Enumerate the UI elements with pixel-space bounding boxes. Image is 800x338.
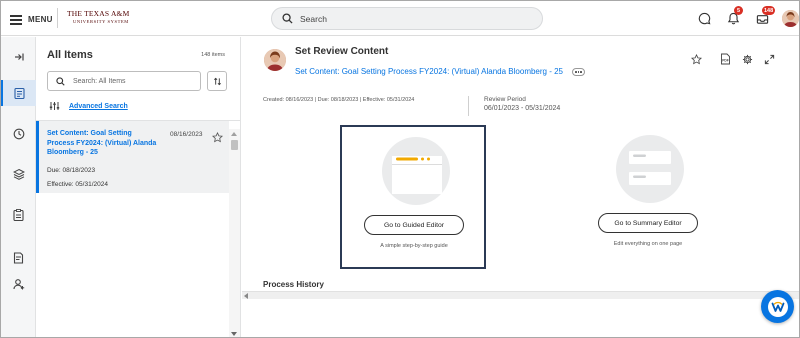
notifications-badge: 5 [734,6,743,15]
guided-editor-button[interactable]: Go to Guided Editor [364,215,464,235]
expand-fullscreen-icon[interactable] [762,52,776,66]
scroll-up-arrow-icon[interactable] [231,132,237,136]
list-title: All Items [47,49,93,61]
chat-icon[interactable] [696,10,712,26]
pdf-export-icon[interactable]: PDF [718,52,732,66]
summary-editor-card[interactable]: Go to Summary Editor Edit everything on … [576,125,722,269]
inbox-badge: 148 [762,6,776,15]
search-icon [282,13,293,24]
notifications-bell-icon[interactable]: 5 [725,6,743,26]
all-items-icon[interactable] [1,80,36,106]
main-content: Set Review Content Set Content: Goal Set… [242,37,799,337]
process-history-heading: Process History [263,280,324,289]
menu-label: MENU [28,14,53,24]
horizontal-scrollbar[interactable] [242,291,799,299]
items-count: 148 items [201,52,225,58]
page-title: Set Review Content [295,46,389,57]
guided-editor-caption: A simple step-by-step guide [380,243,448,249]
list-search-input[interactable]: Search: All Items [47,71,201,91]
sort-button[interactable] [207,71,227,91]
document-edit-icon[interactable] [1,245,36,271]
review-meta: Created: 08/16/2023 | Due: 08/18/2023 | … [263,97,415,103]
list-scrollbar[interactable] [229,129,240,337]
tasks-clipboard-icon[interactable] [1,202,36,228]
review-period-value: 06/01/2023 - 05/31/2024 [484,105,561,112]
employee-avatar [264,49,286,71]
process-link[interactable]: Set Content: Goal Setting Process FY2024… [295,67,563,76]
university-logo[interactable]: THE TEXAS A&M UNIVERSITY SYSTEM [67,10,129,24]
workday-logo-icon [767,296,788,317]
divider [57,8,58,28]
scroll-left-arrow-icon[interactable] [244,293,248,299]
list-item-due: Due: 08/18/2023 [47,167,96,174]
divider [468,96,469,116]
layers-icon[interactable] [1,161,36,187]
list-item[interactable]: Set Content: Goal Setting Process FY2024… [36,121,229,193]
top-bar: MENU THE TEXAS A&M UNIVERSITY SYSTEM Sea… [1,1,799,36]
settings-gear-icon[interactable] [740,52,754,66]
review-period-label: Review Period [484,96,526,103]
history-clock-icon[interactable] [1,121,36,147]
list-item-date: 08/16/2023 [170,131,203,138]
help-assistant-button[interactable] [761,290,794,323]
svg-text:PDF: PDF [722,59,728,63]
list-search-placeholder: Search: All Items [73,77,126,85]
sort-arrows-icon [213,77,221,85]
search-placeholder: Search [300,13,327,24]
more-actions-button[interactable] [572,68,585,76]
star-icon[interactable] [689,52,703,66]
summary-editor-button[interactable]: Go to Summary Editor [598,213,698,233]
logo-line2: UNIVERSITY SYSTEM [73,18,129,24]
filter-sliders-icon [49,102,60,110]
collapse-panel-icon[interactable] [1,44,36,70]
star-icon[interactable] [211,130,224,148]
scrollbar-thumb[interactable] [231,140,238,150]
guided-editor-card[interactable]: Go to Guided Editor A simple step-by-ste… [340,125,486,269]
scroll-down-arrow-icon[interactable] [231,332,237,336]
items-list-panel: All Items 148 items Search: All Items Ad… [36,37,241,337]
app-window: MENU THE TEXAS A&M UNIVERSITY SYSTEM Sea… [0,0,800,338]
user-avatar[interactable] [782,10,799,27]
logo-line1: THE TEXAS A&M [67,9,130,18]
advanced-search-label: Advanced Search [69,102,128,110]
search-icon [56,76,65,86]
guided-editor-illustration [382,137,450,205]
user-add-icon[interactable] [1,271,36,297]
list-item-title[interactable]: Set Content: Goal Setting Process FY2024… [47,129,159,158]
left-icon-rail [1,37,36,337]
inbox-icon[interactable]: 148 [754,6,776,26]
advanced-search-link[interactable]: Advanced Search [49,101,128,111]
summary-editor-caption: Edit everything on one page [613,241,683,247]
menu-button[interactable]: MENU [10,11,53,27]
summary-editor-illustration [616,135,684,203]
global-search-input[interactable]: Search [271,7,543,30]
list-item-effective: Effective: 05/31/2024 [47,181,108,188]
hamburger-icon [10,14,22,25]
